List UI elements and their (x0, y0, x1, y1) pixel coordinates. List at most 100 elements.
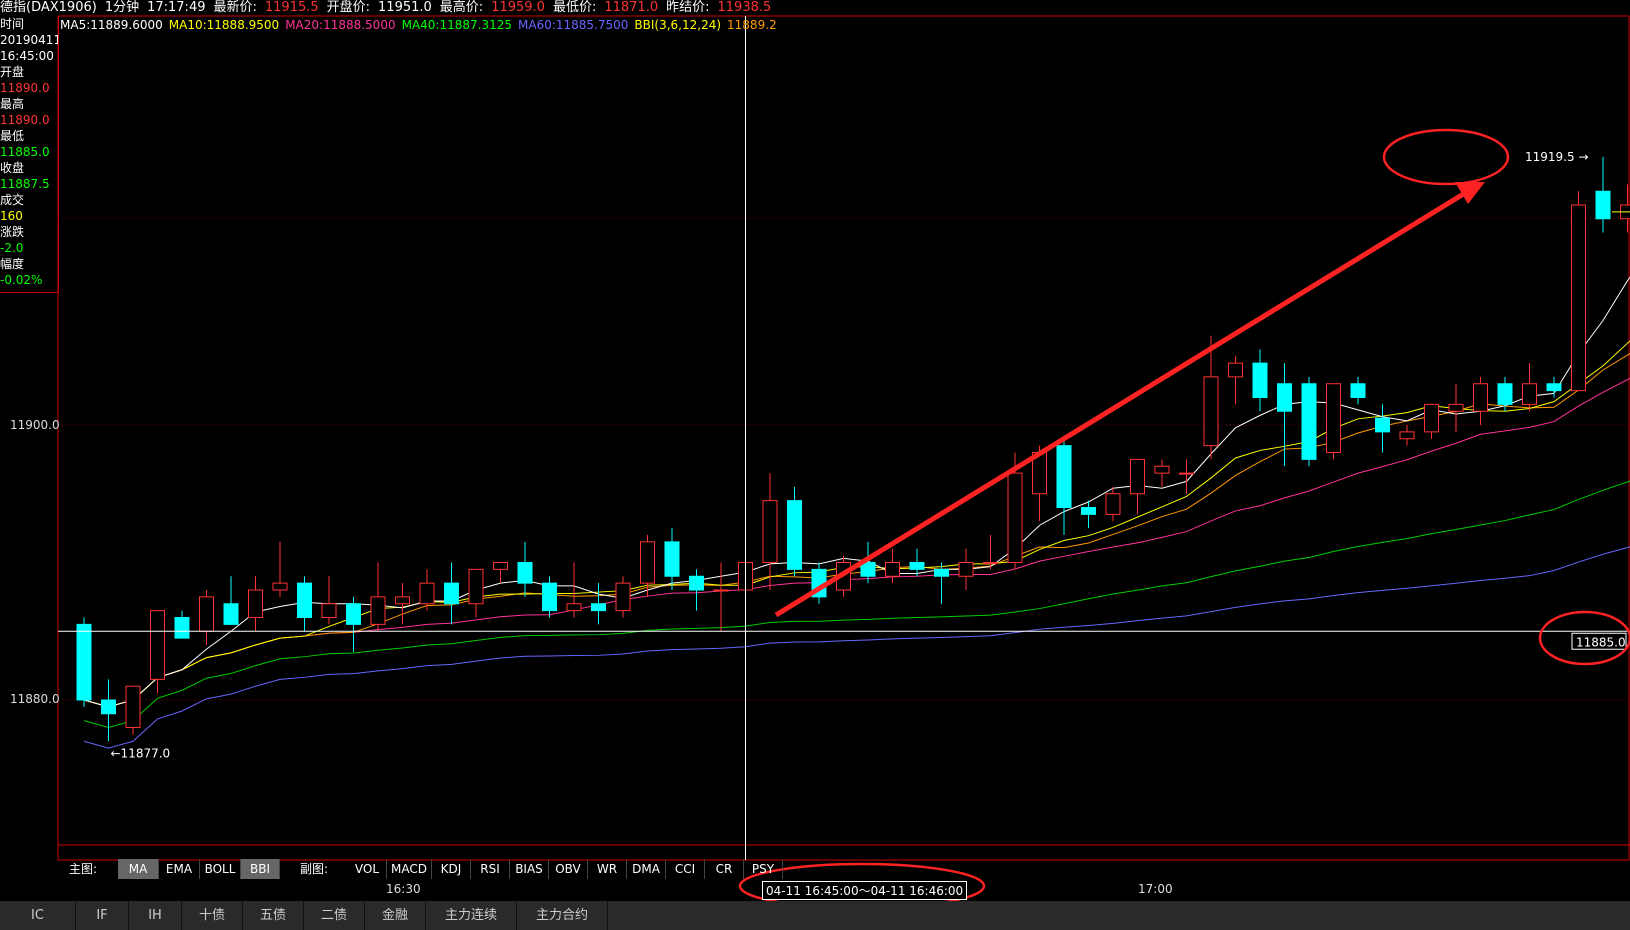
candle[interactable] (101, 679, 116, 742)
candle-body (566, 603, 582, 612)
candle[interactable] (1571, 191, 1586, 392)
candle[interactable] (615, 576, 631, 618)
candle[interactable] (1473, 376, 1488, 425)
candle[interactable] (787, 486, 802, 577)
candle-body (983, 562, 998, 564)
candle[interactable] (125, 685, 141, 735)
candle-body (885, 562, 900, 577)
footer-2y[interactable]: 二债 (304, 901, 365, 930)
time-tick-1700: 17:00 (1138, 882, 1173, 896)
candle-body (664, 541, 680, 577)
tab-bbi[interactable]: BBI (241, 859, 280, 879)
candle[interactable] (1056, 438, 1072, 535)
candle[interactable] (640, 535, 655, 597)
candle[interactable] (591, 583, 606, 625)
tab-vol[interactable]: VOL (348, 859, 387, 879)
tab-ema[interactable]: EMA (159, 859, 200, 879)
tab-kdj[interactable]: KDJ (432, 859, 471, 879)
crosshair-time-label: 04-11 16:45:00〜04-11 16:46:00 (762, 881, 968, 900)
candle[interactable] (1081, 500, 1096, 529)
candle[interactable] (297, 576, 312, 632)
candle[interactable] (1154, 459, 1170, 487)
candle-body (1326, 383, 1341, 453)
tab-cr[interactable]: CR (705, 859, 744, 879)
candle[interactable] (370, 562, 386, 632)
candle-body (615, 582, 631, 612)
ind-bbi-value: 11889.2 (727, 18, 777, 32)
candle-body (542, 582, 557, 612)
candle[interactable] (419, 569, 435, 611)
candle[interactable] (150, 610, 165, 694)
footer-main-continuous[interactable]: 主力连续 (426, 901, 517, 930)
candle[interactable] (664, 528, 680, 590)
candle[interactable] (321, 576, 337, 625)
ma40-line (83, 480, 1630, 729)
footer-finance[interactable]: 金融 (365, 901, 426, 930)
candle[interactable] (1277, 363, 1292, 467)
tab-macd[interactable]: MACD (387, 859, 432, 879)
candle-body (958, 562, 974, 577)
candle[interactable] (1375, 404, 1390, 453)
candle[interactable] (444, 562, 459, 625)
candle[interactable] (1228, 356, 1243, 405)
candle[interactable] (1252, 349, 1268, 412)
tab-obv[interactable]: OBV (549, 859, 588, 879)
tab-boll[interactable]: BOLL (200, 859, 241, 879)
candle[interactable] (468, 568, 484, 618)
candle[interactable] (174, 610, 190, 639)
footer-main-contract[interactable]: 主力合约 (517, 901, 608, 930)
candle[interactable] (1105, 486, 1121, 522)
tab-ma[interactable]: MA (118, 859, 159, 879)
candle-body (1056, 445, 1072, 508)
candle-body (1448, 403, 1464, 412)
candle[interactable] (272, 541, 288, 597)
candle[interactable] (885, 548, 900, 584)
high-marker-label: 11919.5 → (1525, 150, 1589, 164)
tab-bias[interactable]: BIAS (510, 859, 549, 879)
candle[interactable] (909, 548, 925, 577)
sub-chart-label: 副图: (299, 862, 329, 876)
low-label: 最低价: (552, 0, 597, 15)
candle[interactable] (346, 596, 361, 652)
footer-5y[interactable]: 五债 (243, 901, 304, 930)
main-chart-label: 主图: (68, 862, 98, 876)
candle[interactable] (1399, 425, 1415, 446)
candle[interactable] (493, 562, 508, 584)
candle[interactable] (713, 562, 729, 632)
candle[interactable] (1326, 383, 1341, 460)
candle-body (76, 623, 92, 701)
candle-body (125, 685, 141, 728)
candle[interactable] (542, 576, 557, 618)
candle[interactable] (517, 541, 533, 597)
candle[interactable] (248, 576, 263, 632)
tab-rsi[interactable]: RSI (471, 859, 510, 879)
candle[interactable] (566, 562, 582, 618)
candle[interactable] (1448, 383, 1464, 432)
footer-ih[interactable]: IH (129, 901, 182, 930)
candle[interactable] (1595, 156, 1611, 233)
footer-if[interactable]: IF (76, 901, 129, 930)
candle[interactable] (1350, 376, 1366, 405)
tab-dma[interactable]: DMA (627, 859, 666, 879)
candle[interactable] (958, 548, 974, 590)
candle[interactable] (762, 473, 778, 590)
candle[interactable] (1301, 376, 1317, 467)
interval[interactable]: 1分钟 (105, 0, 139, 15)
footer-10y[interactable]: 十债 (182, 901, 243, 930)
tab-psy[interactable]: PSY (744, 859, 783, 879)
time-axis: 16:30 17:00 04-11 16:45:00〜04-11 16:46:0… (58, 879, 1630, 900)
indicator-legend: MA5:11889.6000 MA10:11888.9500 MA20:11888.… (60, 18, 783, 32)
tab-cci[interactable]: CCI (666, 859, 705, 879)
candle[interactable] (199, 590, 214, 645)
candle-body (1301, 383, 1317, 460)
candle-body (370, 596, 386, 625)
candle[interactable] (1424, 403, 1439, 439)
candle[interactable] (1522, 363, 1537, 412)
candle[interactable] (1130, 458, 1145, 515)
footer-ic[interactable]: IC (0, 901, 76, 930)
candle[interactable] (395, 583, 410, 625)
tab-wr[interactable]: WR (588, 859, 627, 879)
kline-chart[interactable]: 11885.0 11919.5 → ←11877.0 (0, 0, 1630, 930)
candle[interactable] (223, 576, 239, 625)
candle[interactable] (689, 569, 704, 611)
